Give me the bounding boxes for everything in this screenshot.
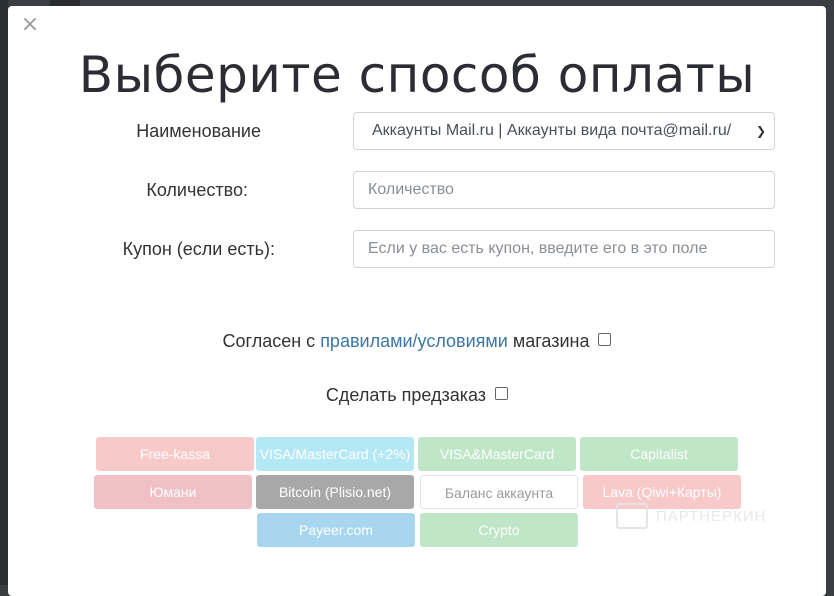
product-name-label: Наименование <box>136 121 261 141</box>
product-select[interactable]: Аккаунты Mail.ru | Аккаунты вида почта@m… <box>353 112 775 150</box>
coupon-label: Купон (если есть): <box>122 239 275 259</box>
pay-capitalist-button[interactable]: Capitalist <box>580 437 738 471</box>
pay-yumoney-button[interactable]: Юмани <box>94 475 252 509</box>
product-select-value: Аккаунты Mail.ru | Аккаунты вида почта@m… <box>372 122 732 139</box>
pay-bitcoin-button[interactable]: Bitcoin (Plisio.net) <box>256 475 414 509</box>
terms-checkbox[interactable] <box>598 333 612 346</box>
quantity-label: Количество: <box>146 180 248 200</box>
payment-modal: × Выберите способ оплаты Наименование Ак… <box>8 6 826 596</box>
quantity-input[interactable] <box>353 171 775 209</box>
chat-bubble-icon <box>616 503 648 529</box>
terms-link[interactable]: правилами/условиями <box>320 331 508 351</box>
terms-suffix: магазина <box>507 331 590 351</box>
watermark-text: ПАРТНЕРКИН <box>656 507 767 525</box>
chevron-down-icon: ❯ <box>755 124 766 138</box>
close-icon[interactable]: × <box>20 14 40 36</box>
terms-prefix: Согласен с <box>222 331 321 351</box>
preorder-label: Сделать предзаказ <box>325 385 487 405</box>
preorder-checkbox[interactable] <box>495 387 509 400</box>
pay-visa-mastercard-button[interactable]: VISA&MasterCard <box>418 437 576 471</box>
modal-title: Выберите способ оплаты <box>78 46 756 104</box>
watermark: ПАРТНЕРКИН <box>616 503 766 529</box>
pay-visa-mastercard-fee-button[interactable]: VISA/MasterCard (+2%) <box>256 437 414 471</box>
pay-account-balance-button[interactable]: Баланс аккаунта <box>420 475 578 509</box>
pay-crypto-button[interactable]: Crypto <box>420 513 578 547</box>
pay-free-kassa-button[interactable]: Free-kassa <box>96 437 254 471</box>
coupon-input[interactable] <box>353 230 775 268</box>
page-backdrop <box>0 0 8 585</box>
preorder-row: Сделать предзаказ <box>8 385 826 406</box>
terms-agreement: Согласен с правилами/условиями магазина <box>8 331 826 352</box>
pay-payeer-button[interactable]: Payeer.com <box>257 513 415 547</box>
